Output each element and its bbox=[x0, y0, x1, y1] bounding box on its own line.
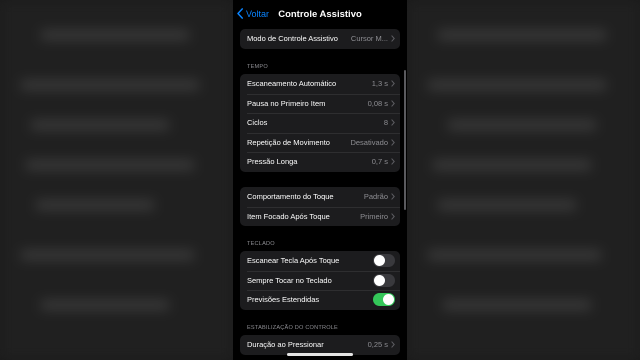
row-long-press[interactable]: Pressão Longa 0,7 s bbox=[240, 152, 400, 172]
stabilization-group: Duração ao Pressionar 0,25 s bbox=[240, 335, 400, 355]
row-label: Repetição de Movimento bbox=[247, 137, 330, 147]
row-label: Escanear Tecla Após Toque bbox=[247, 256, 340, 266]
keyboard-group: Escanear Tecla Após Toque Sempre Tocar n… bbox=[240, 251, 400, 310]
row-value: 0,25 s bbox=[367, 340, 388, 350]
row-label: Modo de Controle Assistivo bbox=[247, 34, 338, 44]
row-value: Primeiro bbox=[360, 211, 388, 221]
toggle-extended-predictions[interactable] bbox=[373, 293, 395, 307]
section-header-estabilizacao: ESTABILIZAÇÃO DO CONTROLE bbox=[247, 325, 338, 331]
chevron-right-icon bbox=[391, 100, 395, 107]
row-value: Desativado bbox=[350, 137, 388, 147]
row-value: 0,7 s bbox=[371, 157, 388, 167]
chevron-right-icon bbox=[391, 158, 395, 165]
chevron-right-icon bbox=[391, 119, 395, 126]
section-header-tempo: TEMPO bbox=[247, 64, 268, 70]
row-focused-item-after-tap[interactable]: Item Focado Após Toque Primeiro bbox=[240, 206, 400, 227]
timing-group: Escaneamento Automático 1,3 s Pausa no P… bbox=[240, 74, 400, 172]
home-indicator[interactable] bbox=[287, 353, 353, 356]
toggle-scan-key-after-tap[interactable] bbox=[373, 254, 395, 268]
chevron-right-icon bbox=[391, 193, 395, 200]
row-label: Escaneamento Automático bbox=[247, 79, 337, 89]
row-label: Item Focado Após Toque bbox=[247, 211, 330, 221]
chevron-right-icon bbox=[391, 139, 395, 146]
chevron-right-icon bbox=[391, 80, 395, 87]
scrollbar[interactable] bbox=[404, 70, 406, 210]
row-value: 8 bbox=[383, 118, 388, 128]
row-label: Previsões Estendidas bbox=[247, 295, 320, 305]
row-press-duration[interactable]: Duração ao Pressionar 0,25 s bbox=[240, 335, 400, 355]
row-value: 1,3 s bbox=[371, 79, 388, 89]
row-label: Duração ao Pressionar bbox=[247, 340, 324, 350]
row-cycles[interactable]: Ciclos 8 bbox=[240, 113, 400, 133]
chevron-right-icon bbox=[391, 35, 395, 42]
row-extended-predictions: Previsões Estendidas bbox=[240, 290, 400, 310]
row-always-tap-keyboard: Sempre Tocar no Teclado bbox=[240, 270, 400, 291]
row-label: Pausa no Primeiro Item bbox=[247, 98, 326, 108]
row-first-item-pause[interactable]: Pausa no Primeiro Item 0,08 s bbox=[240, 93, 400, 114]
blurred-backdrop-right bbox=[407, 0, 640, 360]
row-movement-repeat[interactable]: Repetição de Movimento Desativado bbox=[240, 132, 400, 153]
phone-screen: Voltar Controle Assistivo Modo de Contro… bbox=[233, 0, 407, 360]
navigation-bar: Voltar Controle Assistivo bbox=[233, 0, 407, 30]
toggle-knob bbox=[374, 255, 385, 267]
section-header-teclado: TECLADO bbox=[247, 241, 275, 247]
page-title: Controle Assistivo bbox=[278, 9, 362, 20]
toggle-knob bbox=[383, 294, 394, 306]
row-value: Padrão bbox=[363, 192, 388, 202]
row-value: 0,08 s bbox=[367, 98, 388, 108]
toggle-knob bbox=[374, 274, 385, 286]
row-label: Sempre Tocar no Teclado bbox=[247, 275, 332, 285]
chevron-right-icon bbox=[391, 213, 395, 220]
row-tap-behavior[interactable]: Comportamento do Toque Padrão bbox=[240, 187, 400, 207]
row-value: Cursor M... bbox=[350, 34, 388, 44]
blurred-backdrop-left bbox=[0, 0, 233, 360]
row-label: Ciclos bbox=[247, 118, 268, 128]
tap-behavior-group: Comportamento do Toque Padrão Item Focad… bbox=[240, 187, 400, 226]
row-label: Comportamento do Toque bbox=[247, 192, 334, 202]
row-label: Pressão Longa bbox=[247, 157, 298, 167]
toggle-always-tap-keyboard[interactable] bbox=[373, 273, 395, 287]
assistive-mode-group: Modo de Controle Assistivo Cursor M... bbox=[240, 29, 400, 49]
row-auto-scanning[interactable]: Escaneamento Automático 1,3 s bbox=[240, 74, 400, 94]
row-assistive-control-mode[interactable]: Modo de Controle Assistivo Cursor M... bbox=[240, 29, 400, 49]
row-scan-key-after-tap: Escanear Tecla Após Toque bbox=[240, 251, 400, 271]
chevron-right-icon bbox=[391, 341, 395, 348]
